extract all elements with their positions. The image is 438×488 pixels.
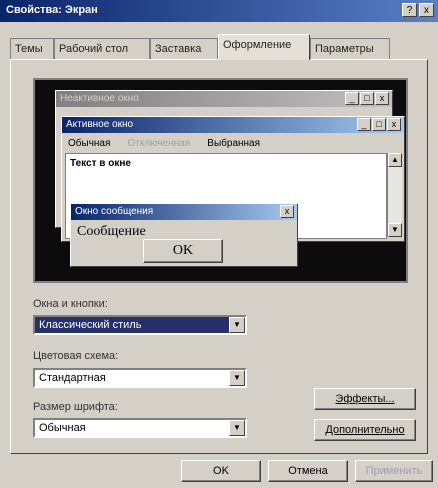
tab-screensaver[interactable]: Заставка bbox=[150, 38, 218, 59]
effects-button[interactable]: Эффекты... bbox=[314, 388, 416, 410]
chevron-down-icon[interactable]: ▼ bbox=[229, 317, 245, 333]
windows-buttons-label: Окна и кнопки: bbox=[33, 298, 108, 310]
color-scheme-select[interactable]: Стандартная ▼ bbox=[33, 368, 247, 388]
menu-selected: Выбранная bbox=[207, 138, 261, 149]
appearance-preview: Неактивное окно _ □ x Активное окно _ □ … bbox=[33, 78, 408, 283]
color-scheme-label: Цветовая схема: bbox=[33, 350, 119, 362]
tab-themes[interactable]: Темы bbox=[10, 38, 54, 59]
window-titlebar[interactable]: Свойства: Экран ? x bbox=[0, 0, 438, 22]
preview-active-title: Активное окно bbox=[66, 119, 134, 130]
windows-buttons-select[interactable]: Классический стиль ▼ bbox=[33, 315, 247, 335]
preview-window-text: Текст в окне bbox=[70, 158, 131, 169]
windows-buttons-value: Классический стиль bbox=[39, 319, 142, 331]
preview-ok-button: OK bbox=[143, 239, 223, 263]
preview-message-titlebar: Окно сообщения x bbox=[71, 204, 297, 220]
preview-scrollbar: ▲ ▼ bbox=[387, 153, 402, 237]
preview-active-titlebar: Активное окно _ □ x bbox=[62, 117, 404, 133]
scroll-down-icon: ▼ bbox=[388, 223, 402, 237]
close-button[interactable]: x bbox=[419, 3, 434, 17]
chevron-down-icon[interactable]: ▼ bbox=[229, 420, 245, 436]
close-icon: x bbox=[387, 118, 401, 131]
advanced-label: Дополнительно bbox=[325, 424, 405, 436]
minimize-icon: _ bbox=[345, 92, 359, 105]
font-size-value: Обычная bbox=[39, 422, 86, 434]
menu-disabled: Отключенная bbox=[127, 138, 191, 149]
font-size-label: Размер шрифта: bbox=[33, 401, 118, 413]
preview-menu: Обычная Отключенная Выбранная bbox=[62, 133, 404, 151]
color-scheme-value: Стандартная bbox=[39, 372, 106, 384]
preview-inactive-titlebar: Неактивное окно _ □ x bbox=[56, 91, 392, 107]
tab-appearance[interactable]: Оформление bbox=[218, 34, 310, 60]
menu-normal: Обычная bbox=[68, 138, 111, 149]
ok-button[interactable]: OK bbox=[181, 460, 261, 482]
chevron-down-icon[interactable]: ▼ bbox=[229, 370, 245, 386]
close-icon: x bbox=[375, 92, 389, 105]
tab-desktop[interactable]: Рабочий стол bbox=[54, 38, 150, 59]
help-button[interactable]: ? bbox=[402, 3, 417, 17]
preview-message-box: Окно сообщения x Сообщение OK bbox=[70, 203, 298, 267]
apply-button[interactable]: Применить bbox=[355, 460, 433, 482]
font-size-select[interactable]: Обычная ▼ bbox=[33, 418, 247, 438]
minimize-icon: _ bbox=[357, 118, 371, 131]
preview-message-title: Окно сообщения bbox=[75, 206, 154, 217]
scroll-up-icon: ▲ bbox=[388, 153, 402, 167]
maximize-icon: □ bbox=[372, 118, 386, 131]
maximize-icon: □ bbox=[360, 92, 374, 105]
close-icon: x bbox=[280, 205, 294, 218]
cancel-button[interactable]: Отмена bbox=[268, 460, 348, 482]
preview-inactive-title: Неактивное окно bbox=[60, 93, 139, 104]
window-title: Свойства: Экран bbox=[6, 4, 98, 16]
preview-message-text: Сообщение bbox=[77, 224, 146, 239]
tab-settings[interactable]: Параметры bbox=[310, 38, 390, 59]
advanced-button[interactable]: Дополнительно bbox=[314, 419, 416, 441]
effects-label: Эффекты... bbox=[335, 393, 395, 405]
